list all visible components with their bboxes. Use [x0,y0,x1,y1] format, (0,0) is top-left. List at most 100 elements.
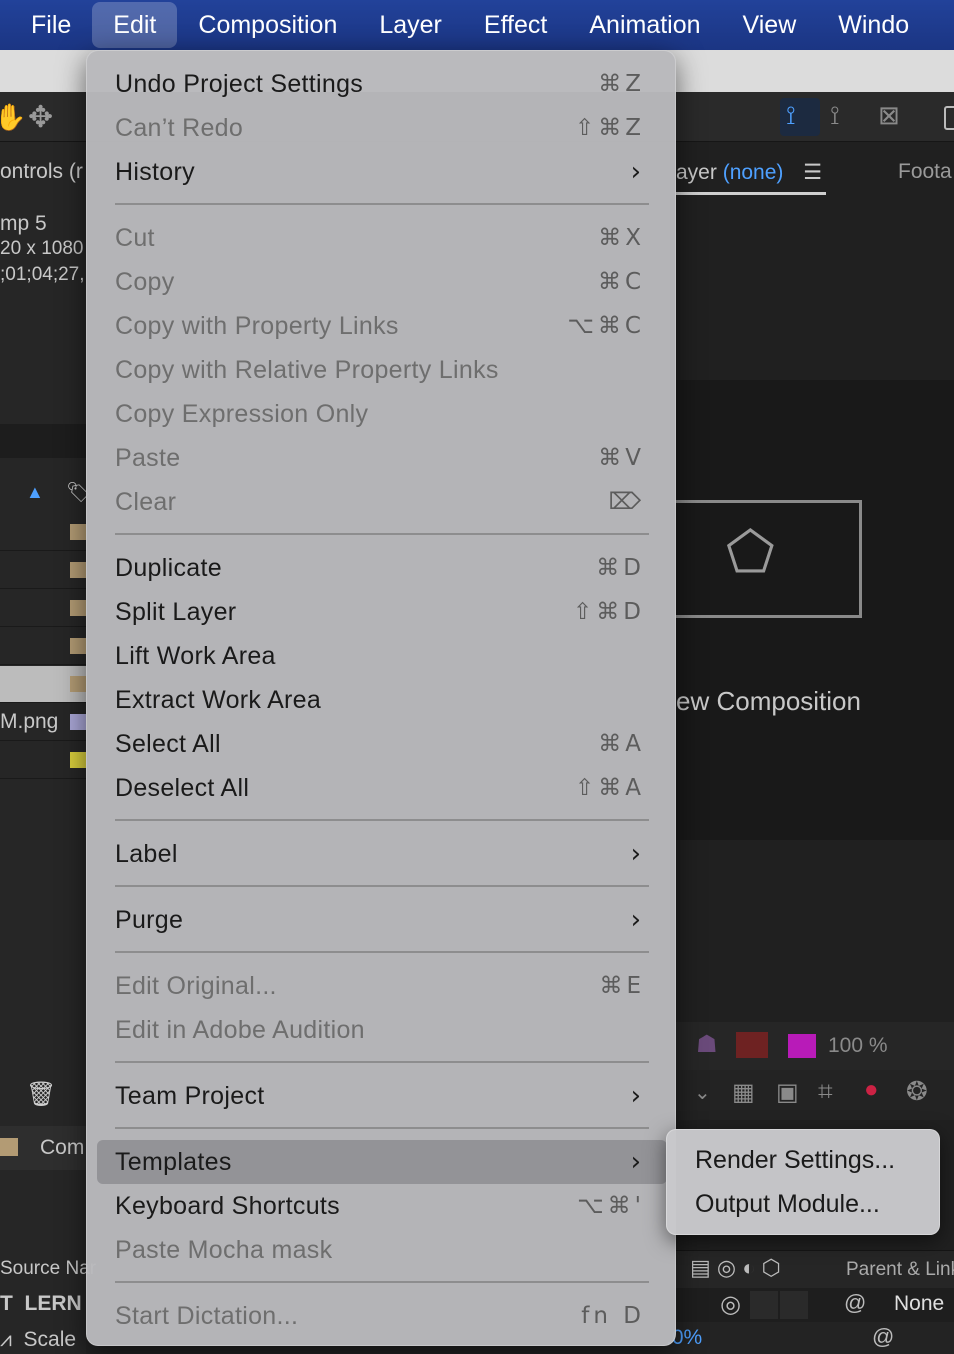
scale-property[interactable]: ⩘ Scale [0,1328,76,1352]
effect-controls-tab[interactable]: ontrols (r [0,160,83,184]
menu-item-copy-relative-links[interactable]: Copy with Relative Property Links [97,348,667,392]
source-name-header: Source Nar [0,1258,97,1279]
menu-item-label-submenu[interactable]: Label › [97,832,667,876]
text-layer-name[interactable]: T LERN [0,1292,82,1316]
menu-item-team-project[interactable]: Team Project › [97,1074,667,1118]
menu-item-purge[interactable]: Purge › [97,898,667,942]
pickwhip-icon[interactable]: @ [872,1324,894,1350]
menu-file[interactable]: File [0,2,92,48]
chevron-right-icon: › [630,1147,641,1177]
menu-window[interactable]: Windo [817,2,930,48]
panel-menu-icon[interactable]: ☰ [803,161,822,184]
new-composition-label[interactable]: ew Composition [676,686,861,717]
shortcut-label: fn D [581,1303,645,1329]
snapping-checkbox[interactable] [944,106,954,130]
local-axis-icon[interactable]: ⟟ [786,100,796,132]
menu-item-label: Cut [115,223,155,252]
menu-item-edit-in-audition[interactable]: Edit in Adobe Audition [97,1008,667,1052]
magenta-swatch[interactable] [788,1034,816,1058]
menu-item-start-dictation[interactable]: Start Dictation... fn D [97,1294,667,1338]
transparency-grid-icon[interactable]: ▦ [732,1078,755,1107]
menu-item-edit-original[interactable]: Edit Original... ⌘E [97,964,667,1008]
menu-effect[interactable]: Effect [463,2,568,48]
menu-item-duplicate[interactable]: Duplicate ⌘D [97,546,667,590]
menu-item-extract-work-area[interactable]: Extract Work Area [97,678,667,722]
menu-item-label: Keyboard Shortcuts [115,1191,340,1220]
chevron-right-icon: › [630,905,641,935]
switch-box[interactable] [780,1291,808,1319]
channels-icon[interactable]: ● [864,1076,879,1104]
menu-item-copy[interactable]: Copy ⌘C [97,260,667,304]
menu-layer[interactable]: Layer [358,2,463,48]
menu-item-keyboard-shortcuts[interactable]: Keyboard Shortcuts ⌥⌘' [97,1184,667,1228]
menu-item-label: Start Dictation... [115,1301,299,1330]
menu-item-label: Purge [115,905,184,934]
delete-forward-icon: ⌦ [608,489,645,515]
hand-tool-icon[interactable]: ✋ [0,102,26,133]
chevron-down-icon[interactable]: ⌄ [694,1080,711,1105]
switches-icons[interactable]: ▤ ◎ ◐ ⬡ [690,1255,781,1281]
project-item-row[interactable] [0,628,86,665]
pickwhip-icon[interactable]: @ [844,1290,866,1316]
menu-item-paste[interactable]: Paste ⌘V [97,436,667,480]
menu-item-label: Paste [115,443,181,472]
shortcut-label: ⇧⌘A [574,775,645,801]
menu-item-label: Edit Original... [115,971,277,1000]
menu-item-templates[interactable]: Templates › [97,1140,667,1184]
menu-separator [115,203,649,205]
menu-item-label: Clear [115,487,177,516]
shortcut-label: ⇧⌘D [573,599,645,625]
menu-item-label: Lift Work Area [115,641,276,670]
new-composition-button[interactable]: ⬠ [676,500,862,618]
shortcut-label: ⌘D [596,555,645,581]
menu-item-deselect-all[interactable]: Deselect All ⇧⌘A [97,766,667,810]
layer-tab[interactable]: ayer (none) ☰ [676,160,822,185]
view-axis-icon[interactable]: ⊠ [878,100,900,131]
menu-item-lift-work-area[interactable]: Lift Work Area [97,634,667,678]
switch-box[interactable] [750,1291,778,1319]
parent-value[interactable]: None [894,1292,944,1316]
motion-blur-icon[interactable]: ◎ [720,1290,741,1319]
red-swatch[interactable] [736,1032,768,1058]
zoom-percent[interactable]: 100 % [828,1034,888,1058]
footage-tab[interactable]: Foota [898,160,952,184]
trash-icon[interactable]: 🗑 [26,1080,56,1109]
comp-name-label: mp 5 [0,212,47,235]
menu-animation[interactable]: Animation [568,2,721,48]
menu-item-history[interactable]: History › [97,150,667,194]
sort-ascending-icon[interactable]: ▲ [26,482,44,503]
comp-timeline-tab[interactable]: Com [0,1126,86,1170]
puppet-icon[interactable]: ☗ [696,1030,718,1059]
menu-item-select-all[interactable]: Select All ⌘A [97,722,667,766]
comp-tab-label: Com [40,1136,85,1159]
menu-item-label: Copy [115,267,175,296]
project-item-row[interactable] [0,742,86,779]
menu-edit[interactable]: Edit [92,2,178,48]
world-axis-icon[interactable]: ⟟ [830,100,840,132]
submenu-item-output-module[interactable]: Output Module... [695,1190,880,1219]
project-item-row[interactable] [0,590,86,627]
submenu-item-render-settings[interactable]: Render Settings... [695,1146,895,1175]
exposure-icon[interactable]: ❂ [906,1076,928,1107]
menu-item-split-layer[interactable]: Split Layer ⇧⌘D [97,590,667,634]
menu-composition[interactable]: Composition [177,2,358,48]
project-item-row[interactable]: M.png [0,704,86,741]
menu-item-undo[interactable]: Undo Project Settings ⌘Z [97,62,667,106]
menu-item-paste-mocha-mask[interactable]: Paste Mocha mask [97,1228,667,1272]
menu-item-label: Label [115,839,178,868]
project-search-bar[interactable] [0,424,86,458]
move-tool-icon[interactable]: ✥ [28,100,53,135]
menu-item-copy-expression[interactable]: Copy Expression Only [97,392,667,436]
project-item-row-selected[interactable] [0,666,86,703]
region-icon[interactable]: ▣ [776,1078,799,1107]
project-item-row[interactable] [0,514,86,551]
guides-icon[interactable]: ⌗ [818,1076,833,1108]
menu-item-cut[interactable]: Cut ⌘X [97,216,667,260]
menu-item-clear[interactable]: Clear ⌦ [97,480,667,524]
menu-item-copy-property-links[interactable]: Copy with Property Links ⌥⌘C [97,304,667,348]
menu-view[interactable]: View [722,2,818,48]
menu-item-redo[interactable]: Can’t Redo ⇧⌘Z [97,106,667,150]
menu-item-label: Edit in Adobe Audition [115,1015,365,1044]
project-item-row[interactable] [0,552,86,589]
graph-icon: ⩘ [0,1328,12,1351]
